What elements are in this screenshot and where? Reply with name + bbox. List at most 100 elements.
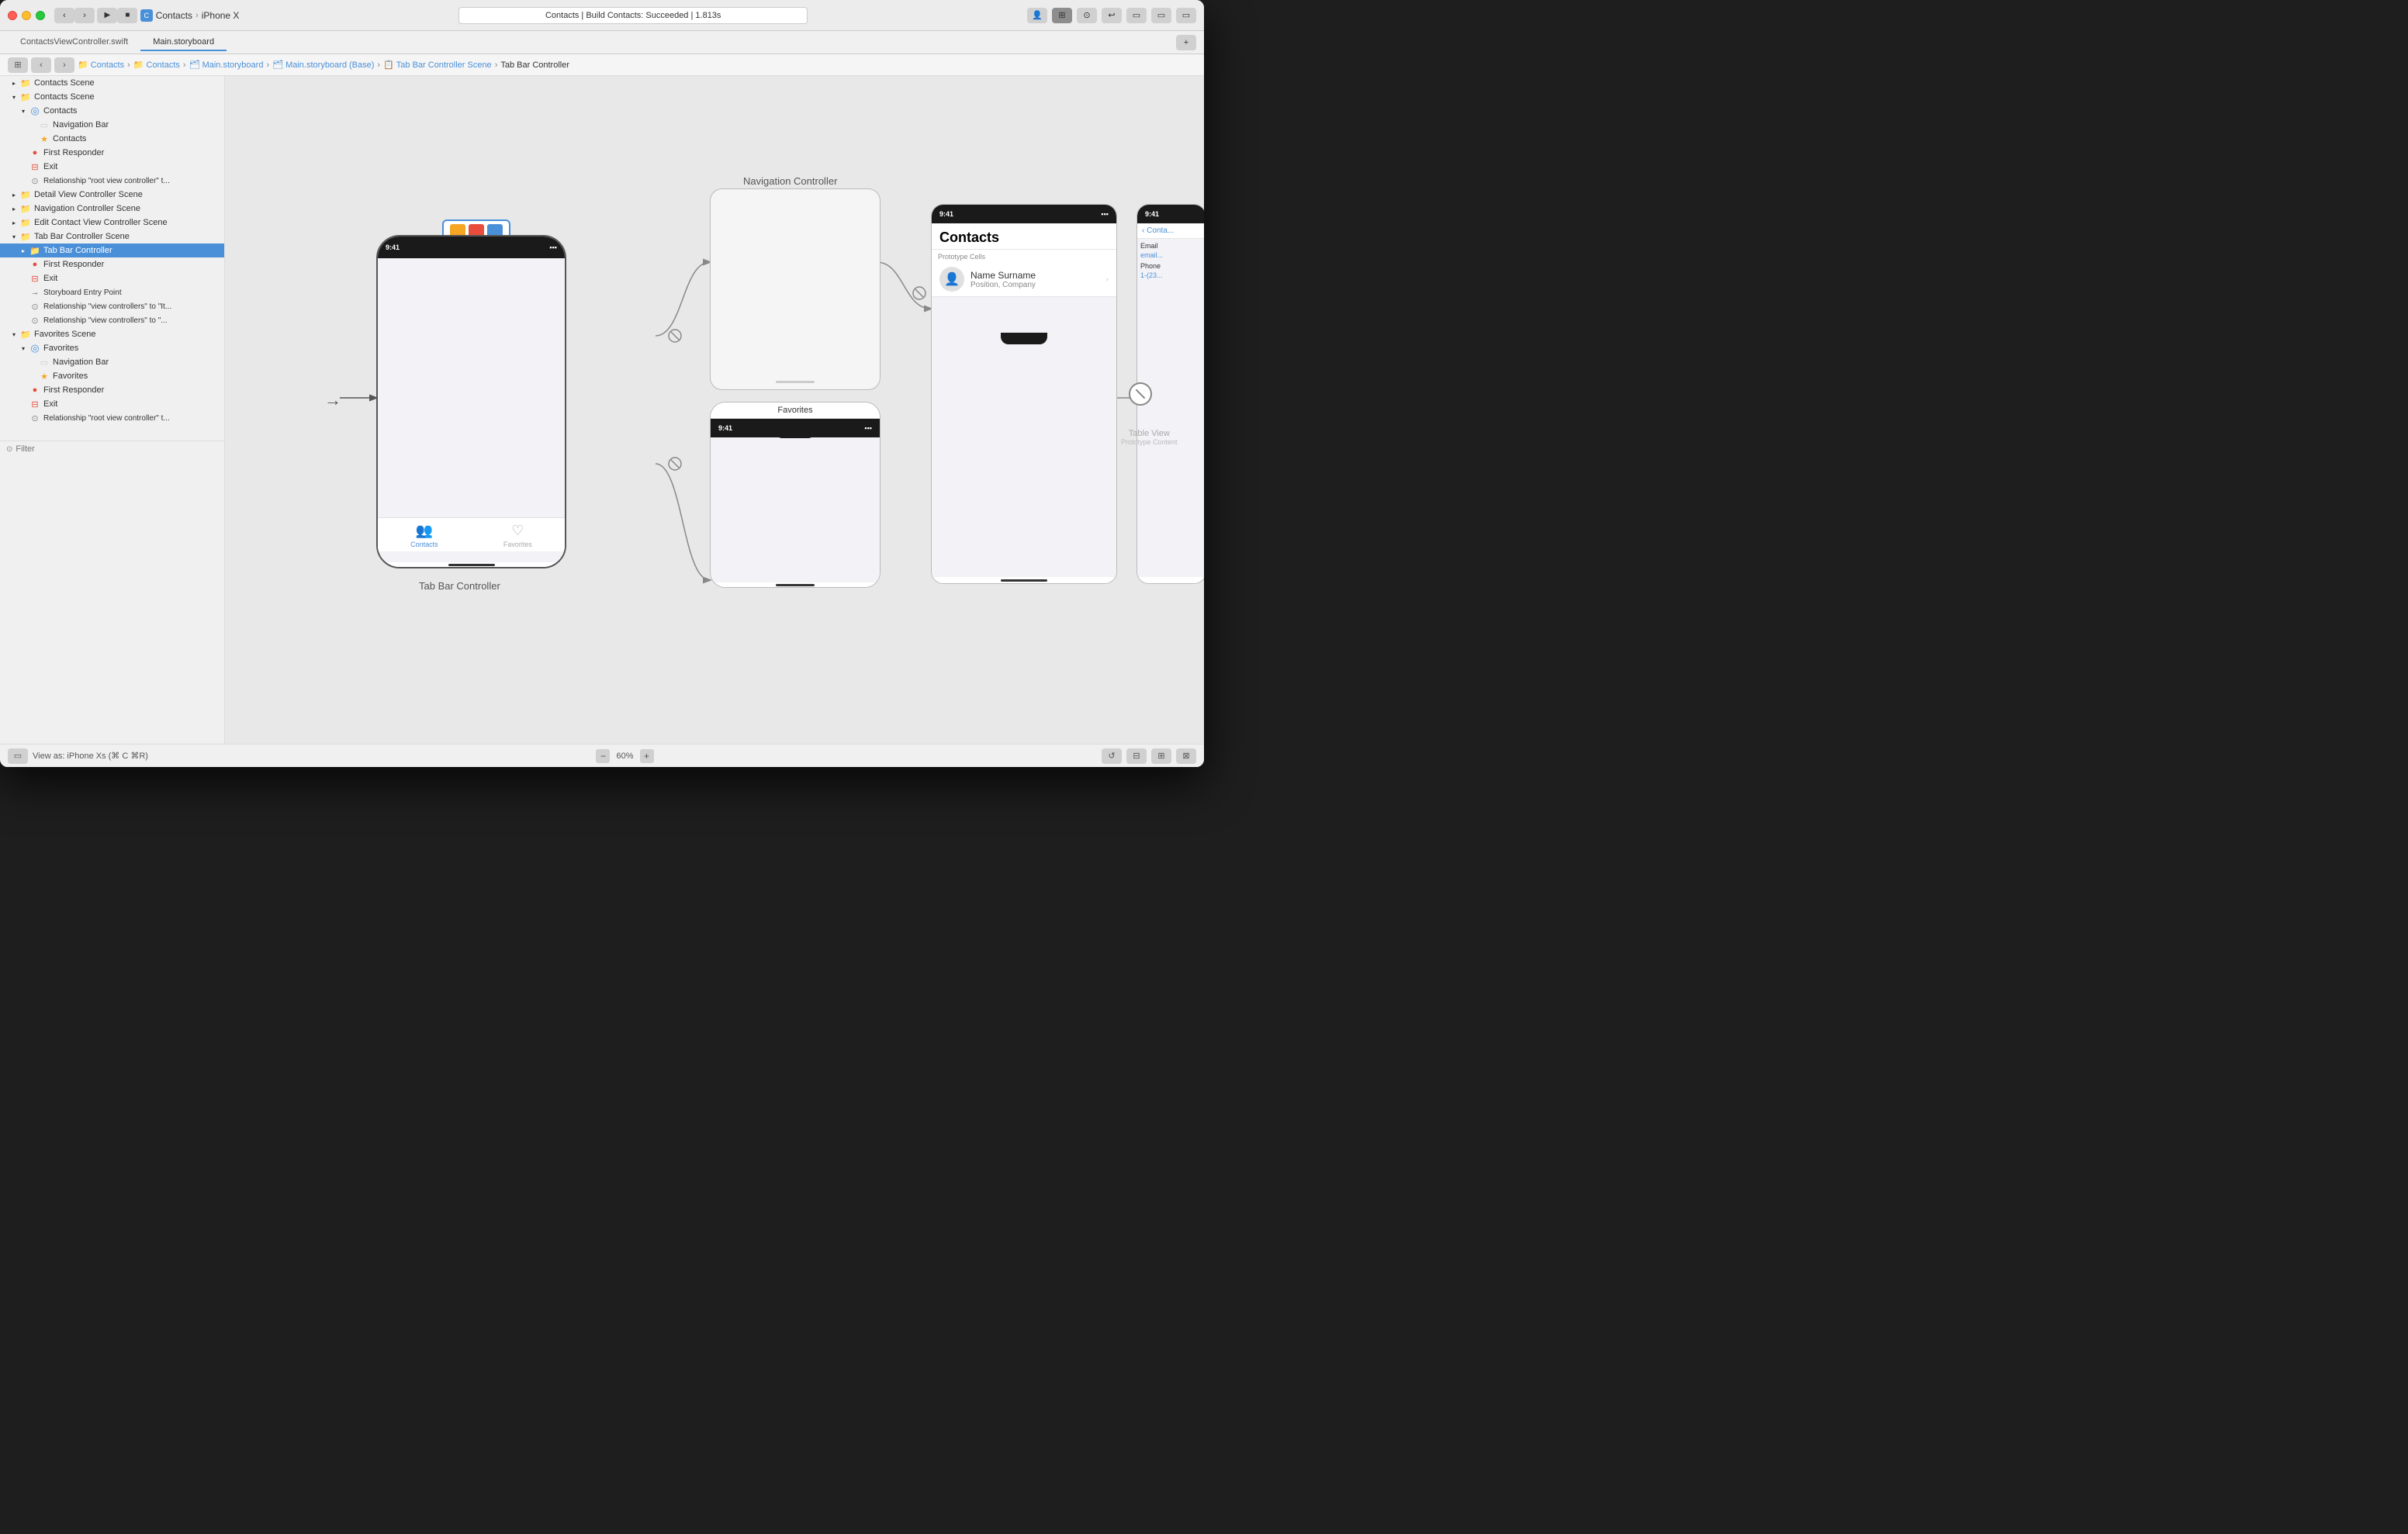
layout-icon-br3[interactable]: ⊠	[1176, 748, 1196, 764]
layout-icon-br2[interactable]: ⊞	[1151, 748, 1171, 764]
play-button[interactable]: ▶	[97, 8, 117, 23]
account-icon[interactable]: 👤	[1027, 8, 1047, 23]
layout-icon1[interactable]: ▭	[1126, 8, 1147, 23]
sidebar-item-first-responder-3[interactable]: ● First Responder	[0, 383, 224, 397]
view-mode-icon[interactable]: ▭	[8, 748, 28, 764]
sidebar-item-relationship-2[interactable]: ⊙ Relationship "view controllers" to "It…	[0, 299, 224, 313]
sidebar-label: Relationship "view controllers" to "It..…	[43, 302, 171, 311]
tab-storyboard-label: Main.storyboard	[153, 37, 214, 47]
first-responder-icon: ●	[29, 385, 40, 396]
sidebar-label: Contacts Scene	[34, 78, 95, 88]
main-area: 📁 Contacts Scene 📁 Contacts Scene ◎ Cont…	[0, 76, 1204, 744]
sidebar-item-relationship-1[interactable]: ⊙ Relationship "root view controller" t.…	[0, 174, 224, 188]
maximize-button[interactable]	[36, 11, 45, 20]
sidebar-item-favorites-scene[interactable]: 📁 Favorites Scene	[0, 327, 224, 341]
breadcrumb-main-storyboard-base[interactable]: 🗂 Main.storyboard (Base)	[272, 60, 374, 70]
breadcrumb-back[interactable]: ‹	[31, 57, 51, 73]
exit-icon: ⊟	[29, 399, 40, 409]
layout-icon3[interactable]: ▭	[1176, 8, 1196, 23]
library-icon[interactable]: ⊙	[1077, 8, 1097, 23]
zoom-minus: −	[600, 751, 606, 762]
sidebar-item-relationship-3[interactable]: ⊙ Relationship "view controllers" to "..…	[0, 313, 224, 327]
sidebar-item-exit-3[interactable]: ⊟ Exit	[0, 397, 224, 411]
zoom-minus-btn[interactable]: −	[596, 749, 610, 763]
breadcrumb-contacts-group[interactable]: 📁 Contacts	[133, 60, 180, 70]
filter-input[interactable]	[16, 444, 218, 454]
fav-time: 9:41	[718, 424, 732, 432]
connection-line	[1136, 389, 1146, 399]
sidebar-item-relationship-4[interactable]: ⊙ Relationship "root view controller" t.…	[0, 411, 224, 425]
home-indicator-area-contacts	[932, 577, 1116, 583]
sidebar-label: Exit	[43, 162, 57, 171]
folder-icon: 📁	[20, 329, 31, 340]
navigator-toggle[interactable]: ⊞	[8, 57, 28, 73]
sidebar-item-first-responder-2[interactable]: ● First Responder	[0, 257, 224, 271]
layout-icon2[interactable]: ▭	[1151, 8, 1171, 23]
sidebar-label: Navigation Bar	[53, 120, 109, 130]
tab-controller-label-text: Tab Bar Controller	[419, 580, 500, 592]
layout-icon-br1[interactable]: ⊟	[1126, 748, 1147, 764]
traffic-lights	[8, 11, 45, 20]
tab-swift[interactable]: ContactsViewController.swift	[8, 34, 140, 51]
forward-button[interactable]: ›	[74, 8, 95, 23]
breadcrumb-tab-bar-scene[interactable]: 📋 Tab Bar Controller Scene	[383, 60, 492, 70]
sidebar-item-tab-bar-controller[interactable]: 📁 Tab Bar Controller	[0, 244, 224, 257]
sidebar-item-edit-contact-scene[interactable]: 📁 Edit Contact View Controller Scene	[0, 216, 224, 230]
sidebar-item-contacts-scene[interactable]: 📁 Contacts Scene	[0, 90, 224, 104]
stop-button[interactable]: ■	[117, 8, 137, 23]
sidebar-item-tab-bar-scene[interactable]: 📁 Tab Bar Controller Scene	[0, 230, 224, 244]
filter-icon: ⊙	[6, 445, 12, 454]
sidebar-item-navigation-bar-fav[interactable]: ▭ Navigation Bar	[0, 355, 224, 369]
filter-area: ⊙	[0, 441, 224, 457]
sidebar-item-detail-scene[interactable]: 📁 Detail View Controller Scene	[0, 188, 224, 202]
sidebar-label: Favorites	[43, 344, 78, 353]
contacts-tab: 👥 Contacts	[410, 523, 438, 548]
sidebar-item-nav-controller-scene[interactable]: 📁 Navigation Controller Scene	[0, 202, 224, 216]
canvas-area[interactable]: → 9:41 ▪▪▪	[225, 76, 1204, 744]
sidebar-item-exit-2[interactable]: ⊟ Exit	[0, 271, 224, 285]
zoom-level: 60%	[616, 751, 633, 761]
zoom-plus-btn[interactable]: +	[640, 749, 654, 763]
exit-icon: ⊟	[29, 161, 40, 172]
sidebar-label: First Responder	[43, 385, 104, 395]
sidebar-item-storyboard-entry[interactable]: → Storyboard Entry Point	[0, 285, 224, 299]
sidebar-item-contacts-scene-top[interactable]: 📁 Contacts Scene	[0, 76, 224, 90]
sidebar-item-exit-1[interactable]: ⊟ Exit	[0, 160, 224, 174]
sidebar-item-contacts-vc[interactable]: ◎ Contacts	[0, 104, 224, 118]
breadcrumb-contacts-folder[interactable]: 📁 Contacts	[78, 60, 124, 70]
app-label: C Contacts › iPhone X	[140, 9, 240, 22]
sidebar-label: Navigation Bar	[53, 358, 109, 367]
bottom-center: − 60% +	[148, 749, 1102, 763]
titlebar: ‹ › ▶ ■ C Contacts › iPhone X Contacts |…	[0, 0, 1204, 31]
sidebar-item-favorites-item[interactable]: ★ Favorites	[0, 369, 224, 383]
sidebar-item-navigation-bar[interactable]: ▭ Navigation Bar	[0, 118, 224, 132]
exit-icon: ⊟	[29, 273, 40, 284]
sidebar-item-first-responder-1[interactable]: ● First Responder	[0, 146, 224, 160]
back-nav-icon[interactable]: ↩	[1102, 8, 1122, 23]
sidebar-item-contacts-item[interactable]: ★ Contacts	[0, 132, 224, 146]
close-button[interactable]	[8, 11, 17, 20]
nav-label: Navigation Controller	[743, 175, 837, 187]
sidebar-item-favorites-vc[interactable]: ◎ Favorites	[0, 341, 224, 355]
back-button[interactable]: ‹	[54, 8, 74, 23]
triangle-icon	[22, 108, 28, 115]
add-tab-button[interactable]: +	[1176, 35, 1196, 50]
editor-icon[interactable]: ⊞	[1052, 8, 1072, 23]
entry-point-arrow: →	[324, 390, 341, 410]
sidebar-label: Tab Bar Controller Scene	[34, 232, 130, 241]
relationship-icon: ⊙	[29, 413, 40, 423]
refresh-icon[interactable]: ↺	[1102, 748, 1122, 764]
contact-sub: Position, Company	[970, 281, 1100, 289]
breadcrumb-tab-bar-controller[interactable]: Tab Bar Controller	[500, 60, 569, 70]
favorites-status-bar: 9:41 ▪▪▪	[711, 419, 880, 437]
favorites-nav-bar: Favorites	[711, 403, 880, 419]
tab-storyboard[interactable]: Main.storyboard	[140, 34, 227, 51]
sidebar-label: First Responder	[43, 148, 104, 157]
connection-symbol	[1129, 382, 1152, 406]
build-status-field: Contacts | Build Contacts: Succeeded | 1…	[458, 7, 808, 24]
folder-icon: 📁	[20, 92, 31, 102]
breadcrumb-forward[interactable]: ›	[54, 57, 74, 73]
minimize-button[interactable]	[22, 11, 31, 20]
email-label: Email	[1140, 242, 1202, 250]
breadcrumb-main-storyboard[interactable]: 🗂 Main.storyboard	[189, 60, 264, 70]
